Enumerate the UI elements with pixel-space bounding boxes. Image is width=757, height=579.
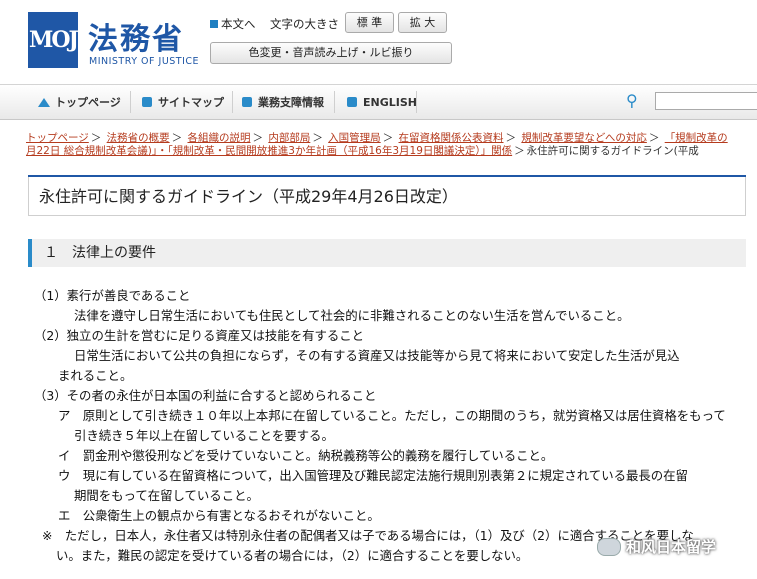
breadcrumb-link[interactable]: 法務省の概要 xyxy=(107,132,170,144)
moj-logo-mark[interactable]: MOJ xyxy=(28,12,79,68)
breadcrumb-link[interactable]: 内部部局 xyxy=(268,132,310,144)
requirement-item: ウ 現に有している在留資格について，出入国管理及び難民認定法施行規則別表第２に規… xyxy=(58,468,688,483)
page-title: 永住許可に関するガイドライン（平成29年4月26日改定） xyxy=(28,175,746,216)
nav-item-label: ENGLISH xyxy=(363,95,417,109)
main-content: （1）素行が善良であること 法律を遵守し日常生活においても住民として社会的に非難… xyxy=(34,286,754,566)
requirement-item: ア 原則として引き続き１０年以上本邦に在留していること。ただし，この期間のうち，… xyxy=(58,408,726,423)
section-heading: １ 法律上の要件 xyxy=(28,239,746,267)
site-header: MOJ 法務省 MINISTRY OF JUSTICE 本文へ 文字の大きさ 標… xyxy=(0,0,757,84)
square-icon xyxy=(142,97,152,107)
breadcrumb-link[interactable]: 「規制改革の xyxy=(665,132,728,144)
nav-item-english[interactable]: ENGLISH xyxy=(347,85,417,119)
requirement-item: エ 公衆衛生上の観点から有害となるおそれがないこと。 xyxy=(58,508,380,523)
requirement-text: 法律を遵守し日常生活においても住民として社会的に非難されることのない生活を営んで… xyxy=(74,308,630,323)
requirement-text: 期間をもって在留していること。 xyxy=(74,488,259,503)
breadcrumb-link[interactable]: 各組織の説明 xyxy=(187,132,250,144)
requirement-item: イ 罰金刑や懲役刑などを受けていないこと。納税義務等公的義務を履行していること。 xyxy=(58,448,554,463)
requirement-text: まれること。 xyxy=(58,368,133,383)
watermark: 和风日本留学 xyxy=(597,536,716,557)
nav-item-business-info[interactable]: 業務支障情報 xyxy=(242,85,324,119)
nav-item-label: トップページ xyxy=(55,96,121,109)
requirement-heading: （2）独立の生計を営むに足りる資産又は技能を有すること xyxy=(34,328,365,343)
square-icon xyxy=(210,20,218,28)
key-icon: ⚲ xyxy=(626,91,638,110)
breadcrumb-link[interactable]: 在留資格関係公表資料 xyxy=(399,132,504,144)
nav-divider xyxy=(232,91,233,113)
breadcrumb-link[interactable]: 月22日 総合規制改革会議)」・「規制改革・民間開放推進3か年計画（平成16年3… xyxy=(26,145,512,157)
square-icon xyxy=(347,97,357,107)
breadcrumb-link[interactable]: 規制改革要望などへの対応 xyxy=(521,132,646,144)
search-input[interactable] xyxy=(655,92,757,110)
skip-link-label: 本文へ xyxy=(221,17,256,31)
watermark-text: 和风日本留学 xyxy=(626,538,717,556)
breadcrumb-link[interactable]: 入国管理局 xyxy=(328,132,381,144)
requirement-heading: （3）その者の永住が日本国の利益に合すると認められること xyxy=(34,388,377,403)
site-title[interactable]: 法務省 xyxy=(88,14,184,58)
chat-icon xyxy=(597,537,621,556)
requirement-text: 引き続き５年以上在留していることを要する。 xyxy=(74,428,334,443)
nav-item-label: サイトマップ xyxy=(158,96,224,109)
global-nav: トップページ サイトマップ 業務支障情報 ENGLISH xyxy=(0,84,757,120)
breadcrumb-current: 永住許可に関するガイドライン(平成 xyxy=(526,145,699,157)
nav-item-sitemap[interactable]: サイトマップ xyxy=(142,85,224,119)
breadcrumb-link[interactable]: トップページ xyxy=(26,132,89,144)
skip-to-content-link[interactable]: 本文へ xyxy=(210,16,256,32)
accessibility-options-button[interactable]: 色変更・音声読み上げ・ルビ振り xyxy=(210,42,452,64)
nav-item-label: 業務支障情報 xyxy=(258,96,324,109)
square-icon xyxy=(242,97,252,107)
font-large-button[interactable]: 拡 大 xyxy=(398,12,447,33)
breadcrumb: トップページ＞ 法務省の概要＞ 各組織の説明＞ 内部部局＞ 入国管理局＞ 在留資… xyxy=(26,132,728,157)
nav-divider xyxy=(416,91,417,113)
font-size-label: 文字の大きさ xyxy=(270,17,339,31)
nav-divider xyxy=(334,91,335,113)
site-subtitle: MINISTRY OF JUSTICE xyxy=(89,56,200,67)
nav-divider xyxy=(130,91,131,113)
font-standard-button[interactable]: 標 準 xyxy=(345,12,394,33)
requirement-heading: （1）素行が善良であること xyxy=(34,288,191,303)
requirement-text: 日常生活において公共の負担にならず，その有する資産又は技能等から見て将来において… xyxy=(74,348,680,363)
nav-item-top[interactable]: トップページ xyxy=(38,85,121,119)
house-icon xyxy=(38,97,50,107)
